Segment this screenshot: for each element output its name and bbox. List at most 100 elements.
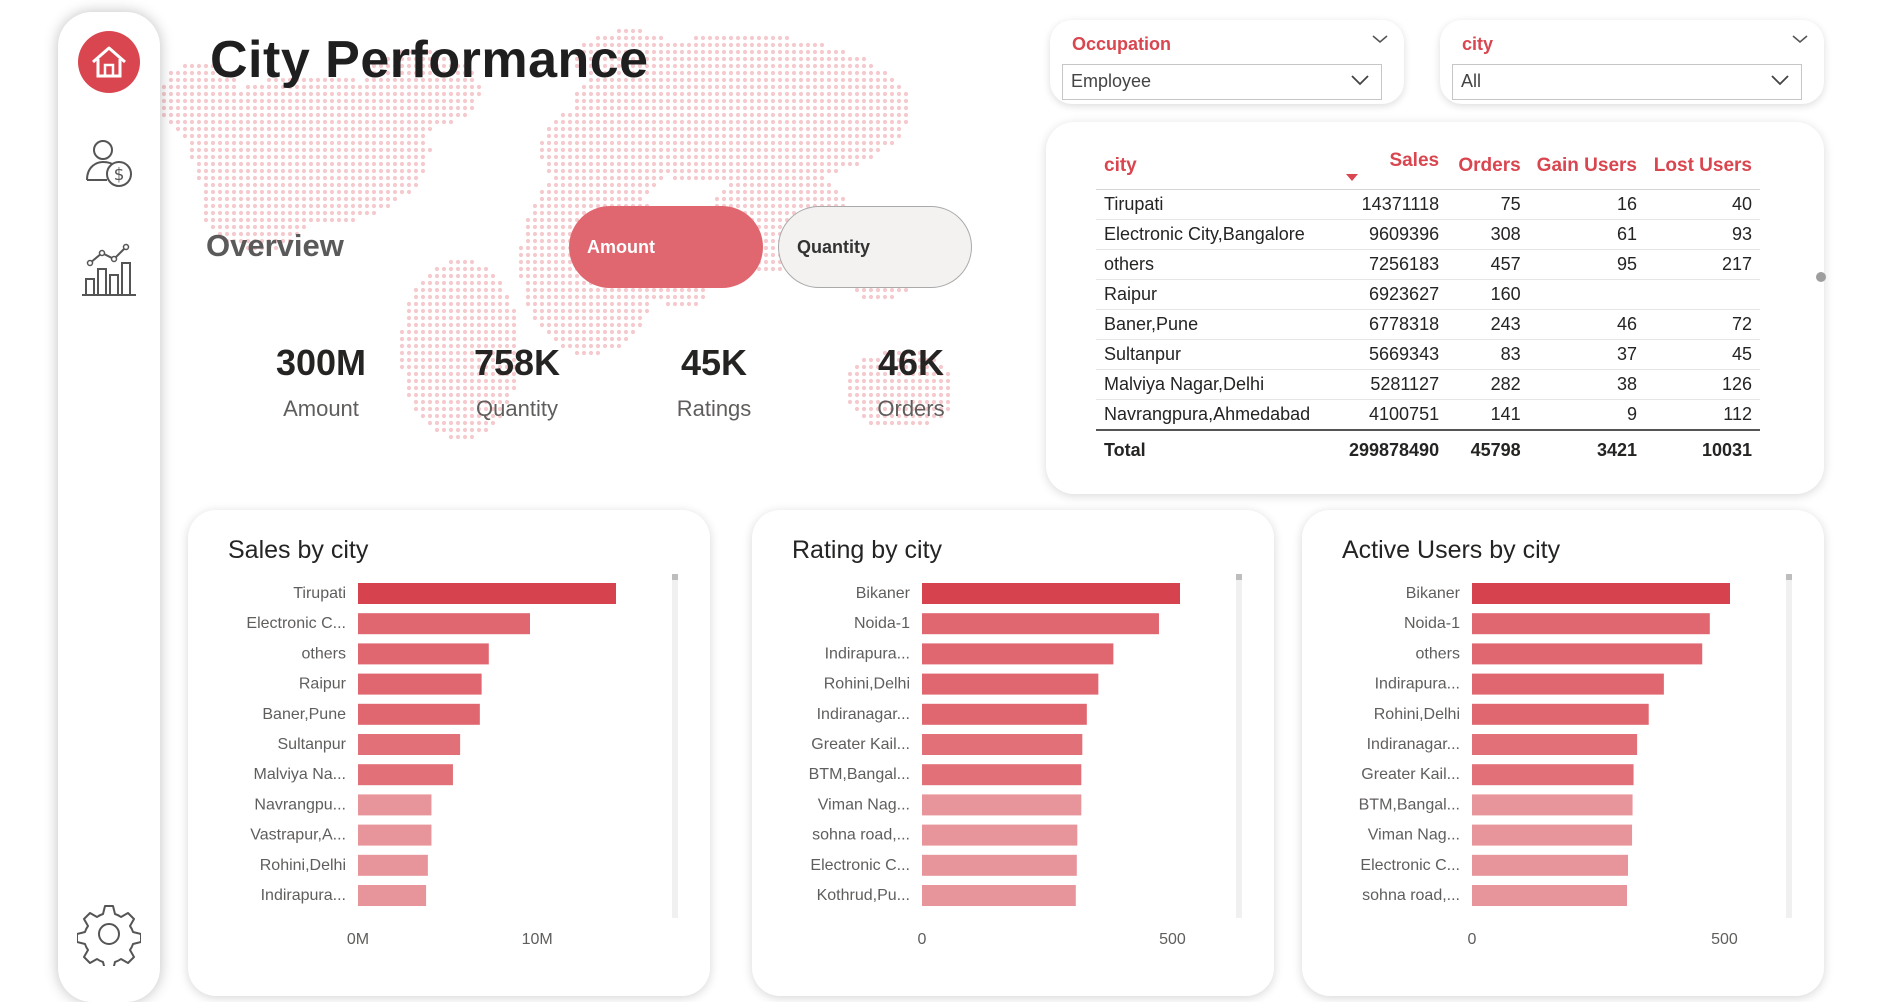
- quantity-toggle-button[interactable]: Quantity: [778, 206, 972, 288]
- bar[interactable]: [922, 885, 1076, 906]
- bar[interactable]: [1472, 734, 1638, 755]
- bar[interactable]: [358, 794, 432, 816]
- category-label: Rohini,Delhi: [260, 857, 346, 874]
- x-tick-label: 0: [1468, 931, 1477, 948]
- table-row[interactable]: Electronic City,Bangalore 9609396 308 61 93: [1096, 219, 1760, 250]
- table-row[interactable]: Raipur 6923627 160: [1096, 279, 1760, 310]
- analytics-nav-button[interactable]: [75, 236, 143, 304]
- bar[interactable]: [922, 854, 1077, 876]
- table-cell: 112: [1645, 399, 1760, 431]
- chart-scrollbar-thumb[interactable]: [1786, 574, 1792, 580]
- table-cell: 217: [1645, 249, 1760, 280]
- amount-toggle-button[interactable]: Amount: [569, 206, 763, 288]
- chevron-down-icon[interactable]: [1370, 32, 1390, 46]
- city-dropdown[interactable]: All: [1452, 64, 1802, 100]
- column-header-lost-users[interactable]: Lost Users: [1645, 150, 1760, 190]
- bar[interactable]: [922, 764, 1082, 786]
- bar[interactable]: [358, 885, 427, 906]
- bar[interactable]: [1472, 764, 1634, 786]
- bar[interactable]: [358, 583, 616, 604]
- x-tick-label: 0: [918, 931, 927, 948]
- bar[interactable]: [1472, 673, 1664, 695]
- bar[interactable]: [1472, 643, 1703, 665]
- city-slicer: city All: [1440, 20, 1824, 104]
- bar[interactable]: [358, 643, 489, 665]
- column-header-gain-users[interactable]: Gain Users: [1528, 150, 1645, 190]
- bar[interactable]: [922, 824, 1078, 846]
- bar[interactable]: [358, 703, 480, 725]
- occupation-dropdown[interactable]: Employee: [1062, 64, 1382, 100]
- kpi-value: 46K: [877, 342, 945, 383]
- bar[interactable]: [922, 734, 1083, 755]
- table-cell: 7256183: [1328, 249, 1448, 280]
- chevron-down-icon: [1351, 75, 1369, 86]
- sidebar: $: [58, 12, 160, 1002]
- bar[interactable]: [358, 734, 461, 755]
- table-cell: 40: [1645, 189, 1760, 220]
- kpi-orders: 46K Orders: [826, 342, 996, 422]
- table-row[interactable]: Navrangpura,Ahmedabad 4100751 141 9 112: [1096, 399, 1760, 431]
- column-header-city[interactable]: city: [1096, 150, 1329, 190]
- bar[interactable]: [358, 824, 432, 846]
- bar[interactable]: [1472, 613, 1710, 635]
- column-header-orders[interactable]: Orders: [1447, 150, 1529, 190]
- category-label: Vastrapur,A...: [250, 827, 346, 844]
- table-cell: 4100751: [1328, 399, 1448, 431]
- table-cell: Navrangpura,Ahmedabad: [1096, 399, 1329, 431]
- table-cell: 37: [1528, 339, 1645, 370]
- table-cell: 282: [1447, 369, 1529, 400]
- bar[interactable]: [1472, 854, 1629, 876]
- bar[interactable]: [922, 794, 1082, 816]
- category-label: BTM,Bangal...: [809, 766, 910, 783]
- category-label: Viman Nag...: [818, 796, 910, 813]
- rating-by-city-chart: Bikaner Noida-1 Indirapura... Rohini,Delhi I…: [809, 574, 1242, 948]
- table-cell: Tirupati: [1096, 189, 1329, 220]
- category-label: Raipur: [299, 676, 347, 693]
- table-row[interactable]: Sultanpur 5669343 83 37 45: [1096, 339, 1760, 370]
- column-header-sales[interactable]: Sales: [1328, 150, 1448, 190]
- bar[interactable]: [358, 854, 428, 876]
- table-cell: Malviya Nagar,Delhi: [1096, 369, 1329, 400]
- table-header-row: city Sales Orders Gain Users Lost Users: [1096, 150, 1760, 190]
- x-tick-label: 500: [1711, 931, 1738, 948]
- bar[interactable]: [922, 643, 1114, 665]
- chart-scrollbar[interactable]: [672, 574, 678, 918]
- bar[interactable]: [922, 703, 1087, 725]
- table-row[interactable]: Malviya Nagar,Delhi 5281127 282 38 126: [1096, 369, 1760, 400]
- table-row[interactable]: others 7256183 457 95 217: [1096, 249, 1760, 280]
- bar[interactable]: [358, 613, 530, 635]
- user-dollar-icon: $: [86, 140, 132, 187]
- table-cell: [1645, 279, 1760, 310]
- chevron-down-icon[interactable]: [1790, 32, 1810, 46]
- table-scrollbar[interactable]: [1816, 272, 1826, 282]
- category-label: sohna road,...: [1362, 887, 1460, 904]
- settings-button[interactable]: [75, 900, 143, 968]
- finance-nav-button[interactable]: $: [75, 130, 143, 198]
- bar[interactable]: [1472, 794, 1633, 816]
- table-cell: 38: [1528, 369, 1645, 400]
- home-button[interactable]: [75, 28, 143, 96]
- bar[interactable]: [358, 673, 482, 695]
- kpi-value: 758K: [473, 342, 561, 383]
- table-row[interactable]: Tirupati 14371118 75 16 40: [1096, 189, 1760, 220]
- category-label: Indirapura...: [825, 645, 910, 662]
- kpi-label: Quantity: [476, 396, 558, 421]
- bar[interactable]: [1472, 703, 1649, 725]
- chart-scrollbar[interactable]: [1786, 574, 1792, 918]
- bar[interactable]: [922, 673, 1099, 695]
- kpi-value: 300M: [275, 342, 367, 383]
- chart-scrollbar-thumb[interactable]: [1236, 574, 1242, 580]
- bar[interactable]: [358, 764, 453, 786]
- bar[interactable]: [1472, 583, 1730, 604]
- bar[interactable]: [922, 583, 1180, 604]
- bar[interactable]: [1472, 885, 1628, 906]
- bar[interactable]: [922, 613, 1159, 635]
- chart-scrollbar[interactable]: [1236, 574, 1242, 918]
- table-cell: 95: [1528, 249, 1645, 280]
- x-tick-label: 0M: [347, 931, 369, 948]
- table-cell: Raipur: [1096, 279, 1329, 310]
- active-users-by-city-chart: Bikaner Noida-1 others Indirapura... Rohini,…: [1359, 574, 1792, 948]
- bar[interactable]: [1472, 824, 1633, 846]
- chart-scrollbar-thumb[interactable]: [672, 574, 678, 580]
- table-row[interactable]: Baner,Pune 6778318 243 46 72: [1096, 309, 1760, 340]
